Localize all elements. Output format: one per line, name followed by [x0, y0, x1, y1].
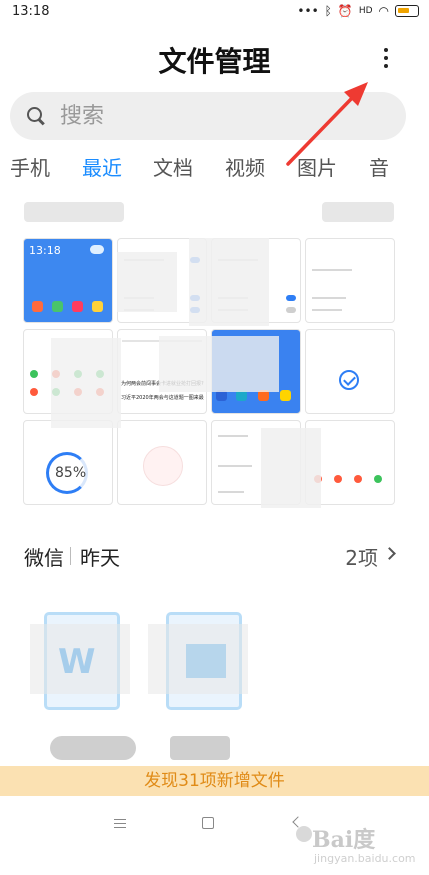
tab-documents[interactable]: 文档 [153, 152, 193, 181]
chevron-right-icon [383, 547, 396, 560]
mosaic-overlay [117, 252, 177, 312]
section-title: 微信 [24, 546, 64, 570]
check-circle-icon [339, 370, 359, 390]
annotation-arrow-icon [286, 82, 368, 166]
mosaic-overlay [30, 624, 130, 694]
section-date: 昨天 [80, 546, 120, 570]
watermark-subtext: jingyan.baidu.com [314, 852, 416, 865]
hotspot-icon [143, 446, 183, 486]
search-icon [26, 106, 46, 126]
thumbnail-success[interactable] [305, 329, 395, 414]
network-hd-icon: HD [358, 6, 373, 16]
tab-videos[interactable]: 视频 [225, 152, 265, 181]
storage-percent: 85% [55, 465, 87, 481]
page-title: 文件管理 [158, 45, 271, 78]
mosaic-overlay [159, 336, 279, 392]
app-icon [72, 301, 83, 312]
thumbnail-hotspot[interactable] [117, 420, 207, 505]
mosaic-overlay [261, 428, 321, 508]
recent-screenshots-grid: 13:18 为何两会前闯事会卡进就业抢打回报 [23, 238, 395, 510]
section-count: 2项 [345, 546, 378, 570]
app-icon [32, 301, 43, 312]
home-icon[interactable] [202, 817, 214, 829]
blurred-section-count [322, 202, 394, 222]
thumbnail-lock-screen[interactable]: 13:18 [23, 238, 113, 323]
section-divider [70, 547, 71, 565]
watermark-text: Bai度 [312, 827, 376, 853]
blurred-section-title [24, 202, 124, 222]
thumbnail-storage[interactable]: 85% [23, 420, 113, 505]
tab-recent[interactable]: 最近 [82, 152, 122, 181]
blurred-filename-2 [170, 736, 230, 760]
app-icon [92, 301, 103, 312]
wifi-icon: ◠ [378, 4, 389, 18]
wechat-section-header[interactable]: 微信 昨天 2项 [24, 542, 396, 570]
more-vertical-icon [384, 48, 388, 52]
blurred-filename-1 [50, 736, 136, 760]
status-icons: ••• ᛒ ⏰ HD ◠ [297, 4, 419, 18]
new-files-notice[interactable]: 发现31项新增文件 [0, 766, 429, 796]
mosaic-overlay [148, 624, 248, 694]
mosaic-overlay [51, 338, 121, 428]
toggle-icon [286, 295, 296, 301]
tab-phone[interactable]: 手机 [10, 152, 50, 181]
signal-dots-icon: ••• [297, 4, 319, 18]
menu-icon[interactable] [114, 819, 126, 828]
news-headline-2: 习近平2020年两会与这道题一图来最 [121, 395, 204, 401]
bluetooth-icon: ᛒ [324, 4, 332, 18]
weather-cloud-icon [90, 245, 104, 254]
watermark: Bai度 jingyan.baidu.com [296, 822, 422, 870]
thumbnail-settings-3[interactable] [305, 238, 395, 323]
alarm-icon: ⏰ [337, 4, 353, 18]
paw-logo-icon [296, 826, 312, 842]
more-options-button[interactable] [374, 44, 398, 72]
mosaic-overlay [189, 238, 269, 326]
lock-screen-time: 13:18 [29, 244, 61, 257]
toggle-icon [286, 307, 296, 313]
status-time: 13:18 [12, 4, 50, 19]
battery-icon [395, 5, 419, 17]
app-icon [52, 301, 63, 312]
status-bar: 13:18 ••• ᛒ ⏰ HD ◠ [0, 0, 429, 26]
